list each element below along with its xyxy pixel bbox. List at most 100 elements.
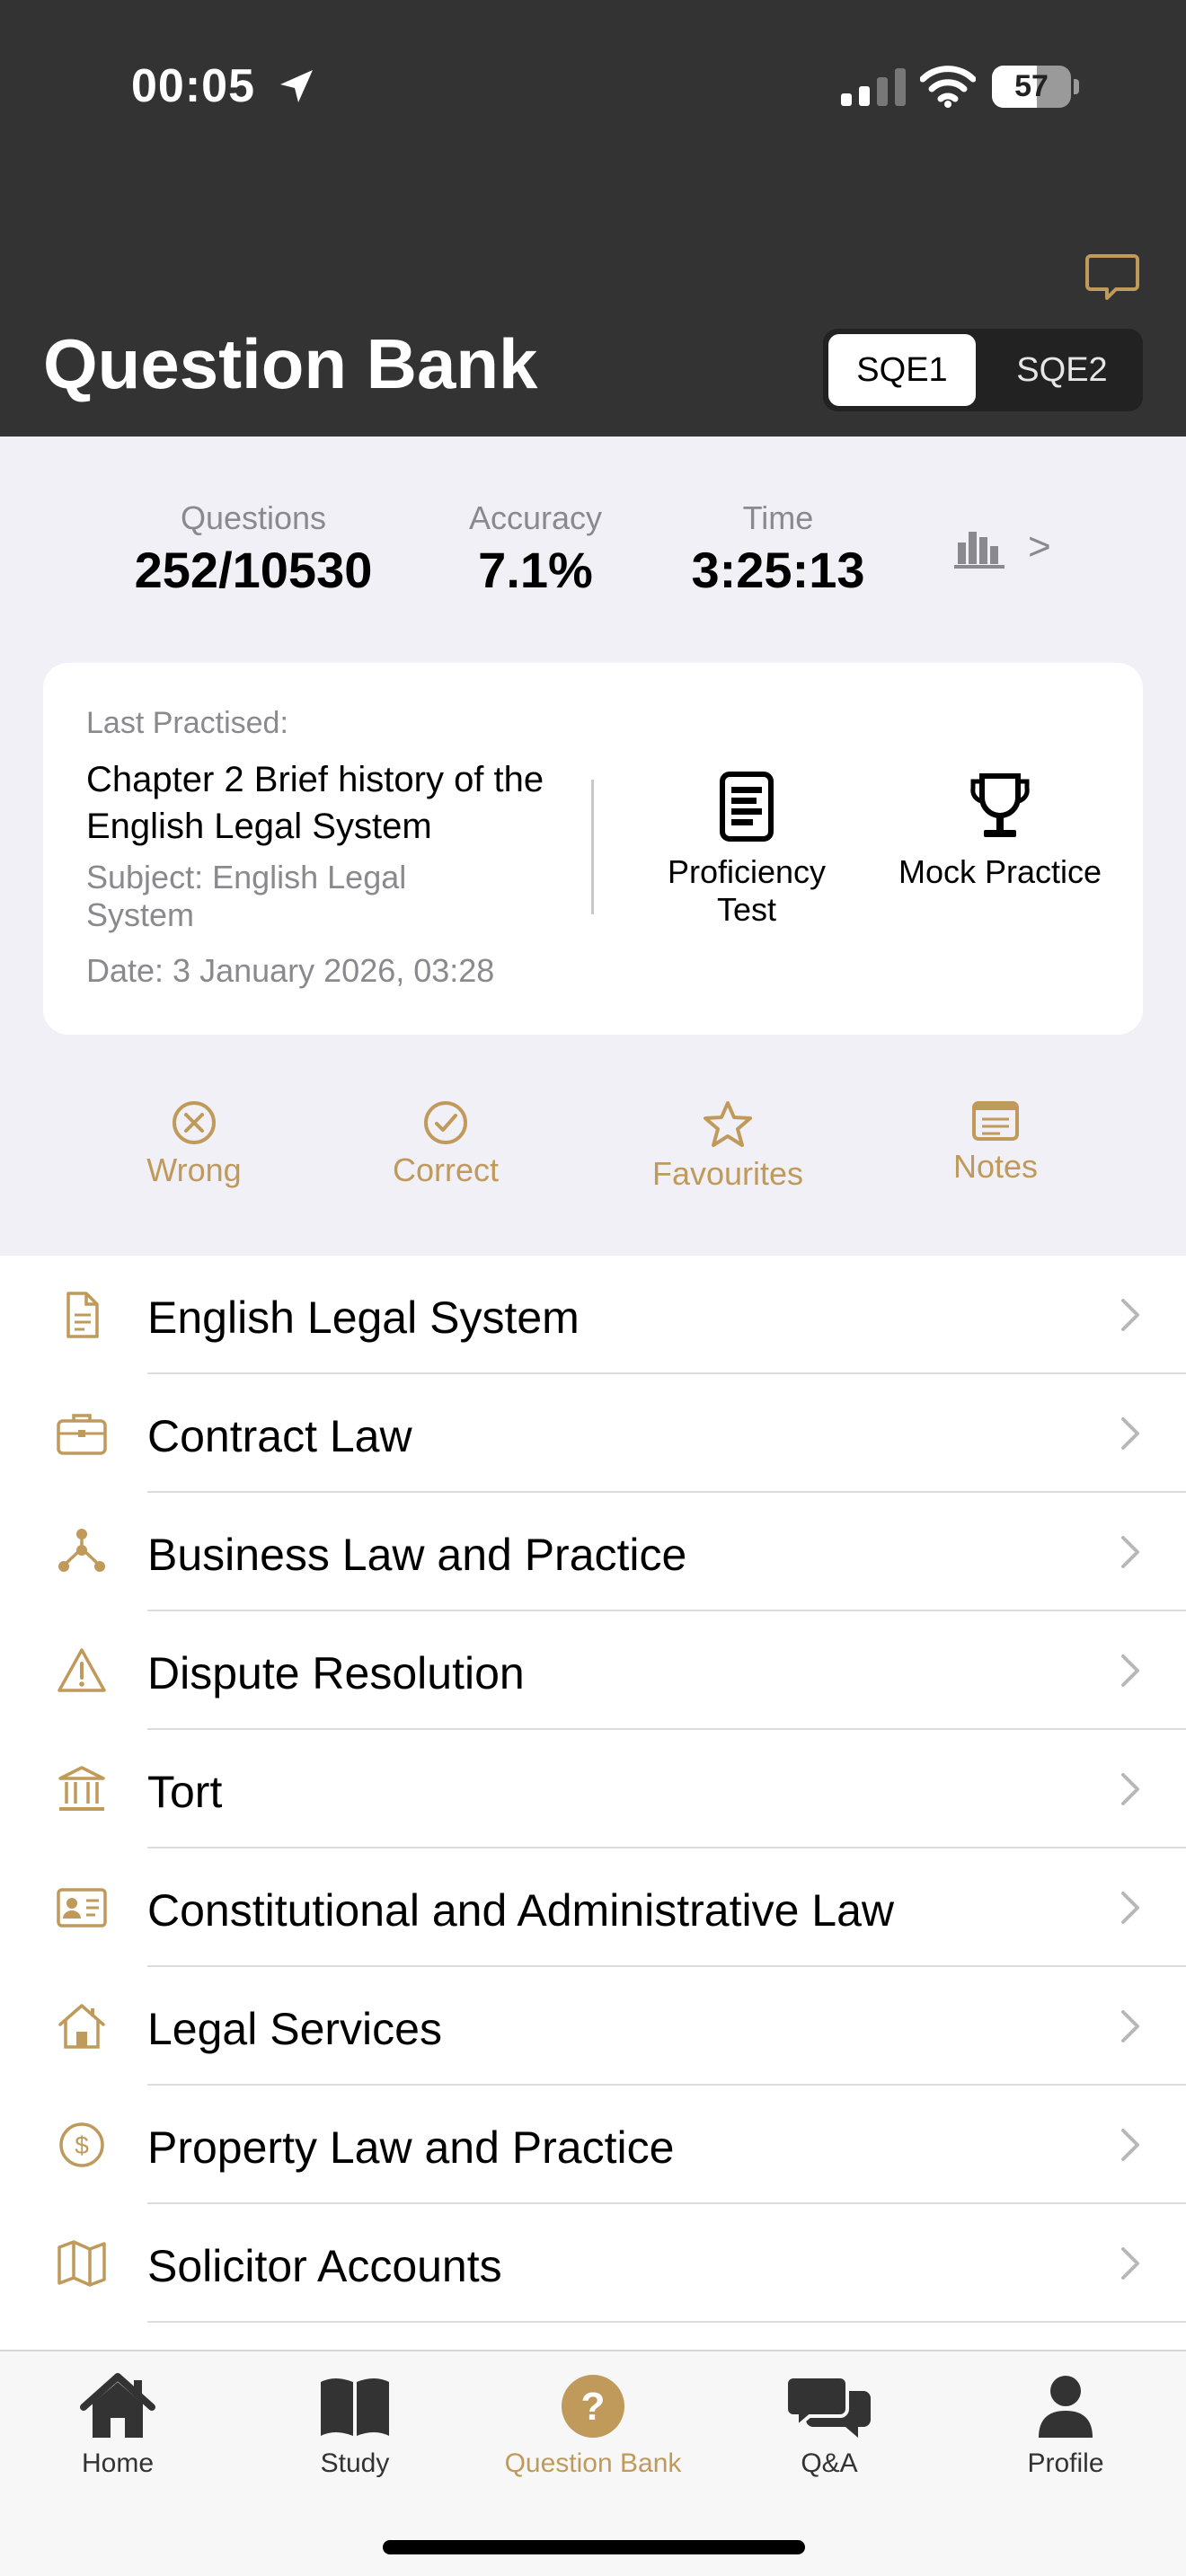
chevron-right-icon <box>1121 2129 1139 2161</box>
chevron-right-icon <box>1121 1536 1139 1568</box>
subject-label: Legal Services <box>147 2004 442 2054</box>
battery-level: 57 <box>1014 69 1049 103</box>
chevron-right-icon <box>1121 2010 1139 2042</box>
notes-label: Notes <box>952 1148 1039 1185</box>
chevron-right-icon <box>1121 1654 1139 1687</box>
tab-qa[interactable]: Q&A <box>726 2373 933 2479</box>
subject-label: Property Law and Practice <box>147 2122 675 2173</box>
accuracy-value: 7.1% <box>478 542 593 598</box>
subject-row-constitutional-law[interactable]: Constitutional and Administrative Law <box>0 1848 1186 1967</box>
book-icon <box>321 2378 389 2436</box>
time-value: 3:25:13 <box>691 542 865 598</box>
last-practised-card: Last Practised: Chapter 2 Brief history … <box>43 663 1143 1035</box>
subject-label: Tort <box>147 1767 223 1817</box>
subject-row-dispute-resolution[interactable]: Dispute Resolution <box>0 1611 1186 1730</box>
subject-label: Business Law and Practice <box>147 1530 687 1580</box>
favourites-filter[interactable]: Favourites <box>643 1099 812 1193</box>
subject-label: Constitutional and Administrative Law <box>147 1885 895 1936</box>
last-practised-subject: Subject: English Legal System <box>86 859 407 933</box>
subject-row-contract-law[interactable]: Contract Law <box>0 1374 1186 1493</box>
page-title: Question Bank <box>43 324 538 403</box>
wifi-icon <box>920 66 976 108</box>
notes-filter[interactable]: Notes <box>911 1099 1080 1186</box>
document-icon <box>720 772 774 842</box>
exam-segmented-control: SQE1 SQE2 <box>823 329 1143 411</box>
stats-more-button[interactable]: > <box>1028 525 1051 569</box>
tab-study[interactable]: Study <box>252 2373 458 2479</box>
questions-value: 252/10530 <box>134 542 373 598</box>
svg-text:$: $ <box>75 2131 89 2159</box>
tab-label: Study <box>320 2448 390 2478</box>
home-indicator <box>383 2540 805 2554</box>
chevron-right-icon <box>1121 1773 1139 1805</box>
proficiency-test-button[interactable]: Proficiency Test <box>643 771 850 929</box>
subject-row-solicitor-accounts[interactable]: Solicitor Accounts <box>0 2204 1186 2323</box>
subject-list: English Legal System Contract Law Busine… <box>0 1256 1186 2323</box>
x-circle-icon <box>173 1101 216 1144</box>
chevron-right-icon <box>1121 1299 1139 1331</box>
mock-practice-label: Mock Practice <box>898 853 1102 890</box>
segment-sqe2[interactable]: SQE2 <box>988 334 1136 406</box>
document-icon <box>66 1292 99 1338</box>
status-time: 00:05 <box>131 60 255 112</box>
subject-row-property-law[interactable]: $ Property Law and Practice <box>0 2086 1186 2204</box>
subject-row-business-law[interactable]: Business Law and Practice <box>0 1493 1186 1611</box>
last-practised-date: Date: 3 January 2026, 03:28 <box>86 952 495 989</box>
briefcase-icon <box>57 1414 107 1455</box>
subject-row-tort[interactable]: Tort <box>0 1730 1186 1848</box>
wrong-filter[interactable]: Wrong <box>109 1099 279 1189</box>
chevron-right-icon <box>1121 2247 1139 2280</box>
warning-icon <box>58 1648 106 1692</box>
tab-label: Home <box>81 2448 155 2478</box>
favourites-label: Favourites <box>651 1155 804 1192</box>
subject-row-english-legal-system[interactable]: English Legal System <box>0 1256 1186 1374</box>
segment-sqe1[interactable]: SQE1 <box>828 334 976 406</box>
time-stat: Time 3:25:13 <box>679 499 877 599</box>
chat-bubbles-icon <box>786 2375 871 2438</box>
tab-label: Q&A <box>801 2448 858 2478</box>
mock-practice-button[interactable]: Mock Practice <box>897 771 1103 891</box>
tab-home[interactable]: Home <box>14 2373 221 2479</box>
map-icon <box>58 2240 106 2287</box>
star-icon <box>704 1101 752 1147</box>
wrong-label: Wrong <box>146 1151 242 1188</box>
last-practised-title[interactable]: Chapter 2 Brief history of the English L… <box>86 756 571 850</box>
dollar-circle-icon: $ <box>59 2122 104 2167</box>
tab-label: Profile <box>1027 2448 1104 2478</box>
house-icon <box>58 2004 105 2049</box>
chevron-right-icon <box>1121 1417 1139 1450</box>
battery-indicator: 57 <box>992 66 1080 108</box>
subject-label: Dispute Resolution <box>147 1648 525 1698</box>
correct-label: Correct <box>392 1151 500 1188</box>
svg-text:?: ? <box>581 2385 606 2429</box>
tab-question-bank[interactable]: ? Question Bank <box>490 2373 696 2479</box>
location-arrow-icon <box>280 70 313 102</box>
subject-row-legal-services[interactable]: Legal Services <box>0 1967 1186 2086</box>
chevron-right-icon <box>1121 1892 1139 1924</box>
check-circle-icon <box>424 1101 467 1144</box>
chat-icon[interactable] <box>1085 251 1139 304</box>
network-icon <box>58 1529 105 1572</box>
header: 00:05 57 Question Bank SQE1 SQE2 <box>0 0 1186 437</box>
questions-label: Questions <box>180 499 327 536</box>
proficiency-test-label: Proficiency Test <box>667 853 827 928</box>
questions-stat: Questions 252/10530 <box>122 499 385 599</box>
person-icon <box>1039 2376 1093 2438</box>
card-divider <box>591 780 594 914</box>
home-icon <box>80 2373 155 2438</box>
subject-label: English Legal System <box>147 1292 580 1343</box>
notes-icon <box>972 1101 1019 1141</box>
question-icon: ? <box>562 2375 624 2438</box>
accuracy-label: Accuracy <box>468 499 603 536</box>
tab-profile[interactable]: Profile <box>962 2373 1169 2479</box>
bar-chart-icon[interactable] <box>954 526 1005 569</box>
accuracy-stat: Accuracy 7.1% <box>446 499 625 599</box>
subject-label: Contract Law <box>147 1411 412 1461</box>
time-label: Time <box>742 499 814 536</box>
trophy-icon <box>970 773 1030 837</box>
correct-filter[interactable]: Correct <box>360 1099 531 1189</box>
id-card-icon <box>57 1888 107 1928</box>
bank-icon <box>58 1766 105 1811</box>
last-practised-label: Last Practised: <box>86 706 288 740</box>
cellular-signal-icon <box>841 68 906 106</box>
